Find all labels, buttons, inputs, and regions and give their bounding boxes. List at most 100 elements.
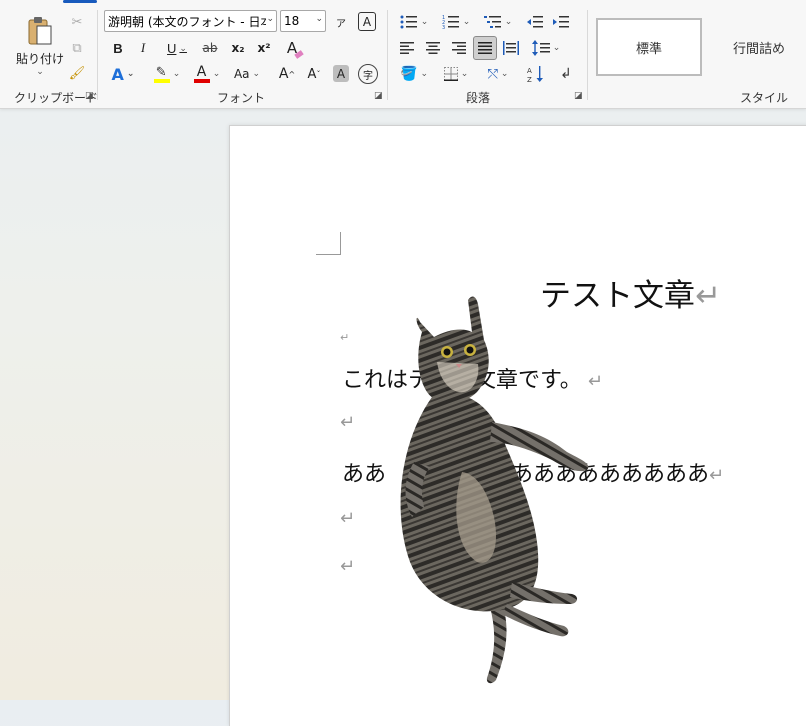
cat-pupil-left — [443, 348, 451, 356]
highlight-color-button[interactable]: ✎ ⌄ — [150, 63, 184, 85]
underline-button[interactable]: U ⌄ — [160, 38, 194, 58]
paragraph-mark: ↵ — [695, 278, 721, 314]
asian-layout-icon: ⤲ — [487, 66, 498, 82]
borders-button[interactable]: ⌄ — [438, 63, 474, 85]
styles-group-label: スタイル — [740, 91, 789, 105]
cat-back-leg-2 — [502, 604, 569, 637]
paragraph-mark: ↵ — [340, 508, 356, 529]
superscript-icon: x² — [257, 41, 271, 55]
highlighter-icon: ✎ — [153, 65, 170, 83]
align-right-button[interactable] — [448, 37, 470, 59]
line-spacing-button[interactable]: ⌄ — [528, 37, 564, 59]
char-border-button[interactable]: A — [358, 12, 376, 31]
paragraph-mark: ↵ — [709, 465, 725, 486]
chevron-down-icon: ⌄ — [252, 69, 261, 79]
font-launcher-icon[interactable]: ◪ — [374, 92, 383, 101]
multilevel-list-button[interactable]: ⌄ — [480, 11, 516, 33]
shrink-font-button[interactable]: Aˇ — [303, 63, 325, 85]
font-color-button[interactable]: A ⌄ — [190, 63, 224, 85]
cut-button[interactable]: ✂ — [68, 12, 86, 32]
clear-formatting-button[interactable]: A — [281, 37, 304, 59]
scissors-icon: ✂ — [71, 14, 83, 30]
decrease-indent-button[interactable] — [524, 11, 546, 33]
style-gallery: 標準 行間詰め — [596, 18, 806, 78]
char-shading-icon: A — [336, 66, 346, 81]
svg-text:Z: Z — [527, 76, 532, 83]
font-group-label: フォント — [217, 91, 266, 105]
align-center-icon — [426, 42, 440, 54]
phonetic-guide-button[interactable]: ア — [333, 11, 349, 33]
numbering-button[interactable]: 123 ⌄ — [438, 11, 474, 33]
subscript-button[interactable]: x₂ — [227, 38, 249, 58]
subscript-icon: x₂ — [231, 41, 245, 55]
chevron-down-icon: ⌄ — [420, 17, 429, 27]
chevron-down-icon: ⌄ — [552, 43, 561, 53]
show-marks-button[interactable]: ↲ — [554, 63, 578, 85]
font-name-value: 游明朝 (本文のフォント - 日本語) — [108, 14, 266, 29]
paragraph-launcher-icon[interactable]: ◪ — [574, 92, 583, 101]
active-tab-indicator — [63, 0, 97, 3]
numbered-list-icon: 123 — [442, 15, 459, 30]
font-size-combo[interactable]: 18 ⌄ — [280, 10, 326, 32]
paragraph-mark: ↵ — [340, 556, 356, 577]
decrease-indent-icon — [527, 16, 543, 28]
chevron-down-icon: ⌄ — [504, 17, 513, 27]
svg-text:A: A — [527, 67, 532, 75]
underline-icon: U — [167, 40, 177, 56]
group-divider — [587, 10, 588, 100]
highlight-swatch — [153, 79, 170, 83]
distributed-button[interactable] — [500, 37, 522, 59]
chevron-down-icon: ⌄ — [266, 14, 274, 24]
borders-icon — [443, 67, 458, 81]
paste-button[interactable]: 貼り付け ⌄ — [14, 12, 66, 80]
strikethrough-icon: ab — [202, 41, 218, 55]
format-painter-button[interactable]: 🖌 — [68, 63, 86, 83]
strikethrough-button[interactable]: ab — [199, 38, 221, 58]
chevron-down-icon: ⌄ — [420, 69, 428, 79]
change-case-button[interactable]: Aa ⌄ — [230, 63, 264, 85]
italic-icon: I — [140, 40, 146, 55]
align-center-button[interactable] — [422, 37, 444, 59]
font-color-swatch — [193, 79, 210, 83]
paste-label: 貼り付け — [15, 51, 64, 66]
superscript-button[interactable]: x² — [253, 38, 275, 58]
align-right-icon — [452, 42, 466, 54]
font-name-combo[interactable]: 游明朝 (本文のフォント - 日本語) ⌄ — [104, 10, 277, 32]
style-standard[interactable]: 標準 — [596, 18, 702, 76]
ribbon: 貼り付け ⌄ ✂ ⧉ 🖌 クリップボード ◪ 游明朝 (本文のフォント - 日本… — [0, 0, 806, 109]
body-line-3-left: ああ — [342, 462, 387, 487]
italic-button[interactable]: I — [133, 38, 153, 58]
grow-font-button[interactable]: A ^ — [276, 63, 298, 85]
justify-button[interactable] — [473, 36, 497, 60]
distributed-icon — [503, 41, 519, 55]
paint-bucket-icon: 🪣 — [400, 66, 418, 82]
sort-button[interactable]: AZ — [524, 63, 548, 85]
svg-text:3: 3 — [442, 25, 445, 30]
clipboard-launcher-icon[interactable]: ◪ — [85, 92, 94, 101]
paintbrush-icon: 🖌 — [68, 65, 86, 81]
chevron-down-icon: ⌄ — [126, 69, 135, 79]
increase-indent-button[interactable] — [550, 11, 572, 33]
paragraph-mark: ↵ — [340, 331, 350, 344]
chevron-down-icon: ⌄ — [462, 17, 471, 27]
text-effects-button[interactable]: A ⌄ — [108, 63, 138, 85]
copy-button[interactable]: ⧉ — [68, 38, 86, 58]
align-left-button[interactable] — [396, 37, 418, 59]
chevron-down-icon: ⌄ — [315, 14, 323, 24]
grow-font-icon: A — [278, 66, 289, 82]
shading-button[interactable]: 🪣 ⌄ — [396, 63, 432, 85]
cat-photo[interactable] — [392, 292, 592, 687]
asian-layout-button[interactable]: ⤲ ⌄ — [480, 63, 516, 85]
margin-corner-mark — [316, 232, 341, 255]
bold-button[interactable]: B — [108, 38, 128, 58]
enclose-char-button[interactable]: 字 — [358, 64, 378, 84]
style-no-spacing[interactable]: 行間詰め — [706, 18, 806, 76]
group-divider — [97, 10, 98, 100]
char-shading-button[interactable]: A — [333, 65, 349, 82]
increase-indent-icon — [553, 16, 569, 28]
align-left-icon — [400, 42, 414, 54]
chevron-down-icon: ⌄ — [172, 69, 181, 79]
font-color-icon: A — [193, 64, 210, 83]
bullets-button[interactable]: ⌄ — [396, 11, 432, 33]
enclose-char-icon: 字 — [363, 70, 373, 82]
